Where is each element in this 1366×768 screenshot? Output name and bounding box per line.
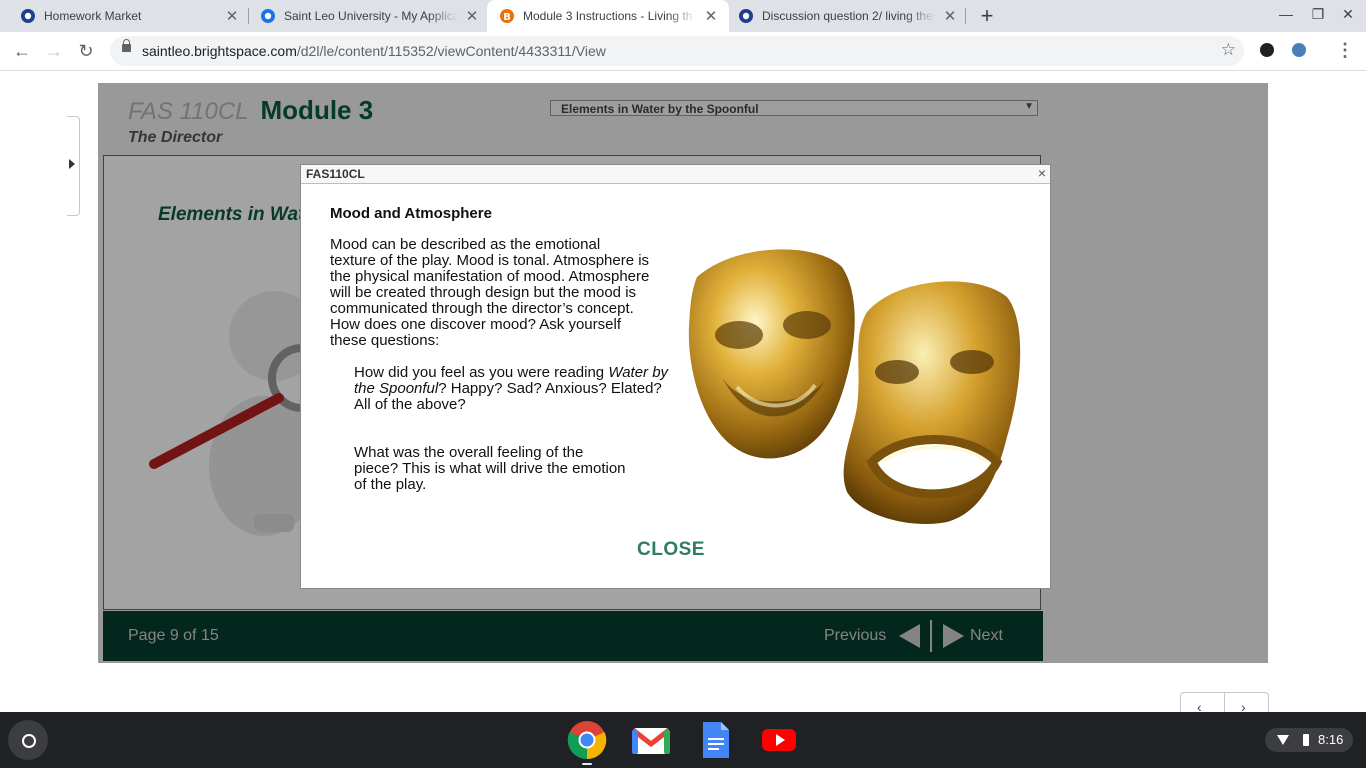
brightspace-favicon: B <box>499 8 515 24</box>
dialog-paragraph: Mood can be described as the emotional t… <box>330 236 650 349</box>
url-text: saintleo.brightspace.com/d2l/le/content/… <box>142 43 606 59</box>
reload-icon[interactable]: ↻ <box>74 40 98 62</box>
gmail-icon[interactable] <box>631 720 671 760</box>
tab-discussion-question[interactable]: Discussion question 2/ living the ✕ <box>726 0 968 32</box>
battery-icon <box>1303 734 1309 746</box>
lock-icon <box>122 39 131 52</box>
extension-music-icon[interactable] <box>1292 43 1306 57</box>
svg-text:B: B <box>503 12 511 23</box>
question-2: What was the overall feeling of the piec… <box>354 444 626 493</box>
tab-saint-leo[interactable]: Saint Leo University - My Applica ✕ <box>248 0 490 32</box>
dialog-close-icon[interactable]: × <box>1038 165 1046 181</box>
dialog-title: FAS110CL <box>306 167 365 181</box>
extension-icon[interactable] <box>1260 43 1274 57</box>
launcher-icon[interactable] <box>8 720 48 760</box>
theatre-masks-image <box>688 249 1021 524</box>
minimize-icon[interactable]: — <box>1274 6 1298 22</box>
os-shelf: 8:16 <box>0 712 1366 768</box>
tab-title: Saint Leo University - My Applica <box>284 9 458 23</box>
dialog-heading: Mood and Atmosphere <box>330 205 492 222</box>
tab-module-3-instructions[interactable]: B Module 3 Instructions - Living th ✕ <box>487 0 729 32</box>
close-icon[interactable]: ✕ <box>703 7 719 25</box>
menu-kebab-icon[interactable]: ⋮ <box>1336 40 1354 60</box>
question-1: How did you feel as you were reading Wat… <box>354 364 669 413</box>
close-button[interactable]: CLOSE <box>637 539 705 561</box>
active-app-indicator <box>582 763 592 765</box>
tab-homework-market[interactable]: Homework Market ✕ <box>8 0 250 32</box>
status-tray[interactable]: 8:16 <box>1265 728 1353 752</box>
homework-market-favicon <box>20 8 36 24</box>
back-arrow-icon[interactable]: ← <box>10 40 34 62</box>
forward-arrow-icon[interactable]: → <box>42 40 66 62</box>
dialog-titlebar: FAS110CL × <box>301 165 1050 184</box>
close-window-icon[interactable]: ✕ <box>1336 6 1360 23</box>
wifi-icon <box>1277 735 1289 745</box>
address-bar[interactable]: saintleo.brightspace.com/d2l/le/content/… <box>110 36 1244 66</box>
new-tab-button[interactable]: + <box>975 4 999 28</box>
tab-title: Module 3 Instructions - Living th <box>523 9 697 23</box>
tab-title: Discussion question 2/ living the <box>762 9 936 23</box>
sidebar-toggle[interactable] <box>67 116 80 216</box>
restore-icon[interactable]: ❐ <box>1306 6 1330 23</box>
tab-strip: Homework Market ✕ Saint Leo University -… <box>0 0 1366 32</box>
saint-leo-favicon <box>260 8 276 24</box>
docs-icon[interactable] <box>695 720 735 760</box>
browser-toolbar: ← → ↻ saintleo.brightspace.com/d2l/le/co… <box>0 32 1366 71</box>
tab-separator <box>965 8 966 24</box>
homework-market-favicon <box>738 8 754 24</box>
youtube-icon[interactable] <box>759 720 799 760</box>
bookmark-star-icon[interactable]: ☆ <box>1221 40 1236 60</box>
tab-title: Homework Market <box>44 9 218 23</box>
clock: 8:16 <box>1318 732 1344 747</box>
mood-dialog: FAS110CL × Mood and Atmosphere Mood can … <box>300 164 1051 589</box>
close-icon[interactable]: ✕ <box>942 7 958 25</box>
close-icon[interactable]: ✕ <box>464 7 480 25</box>
chrome-icon[interactable] <box>567 720 607 760</box>
close-icon[interactable]: ✕ <box>224 7 240 25</box>
chevron-right-icon <box>69 159 75 169</box>
